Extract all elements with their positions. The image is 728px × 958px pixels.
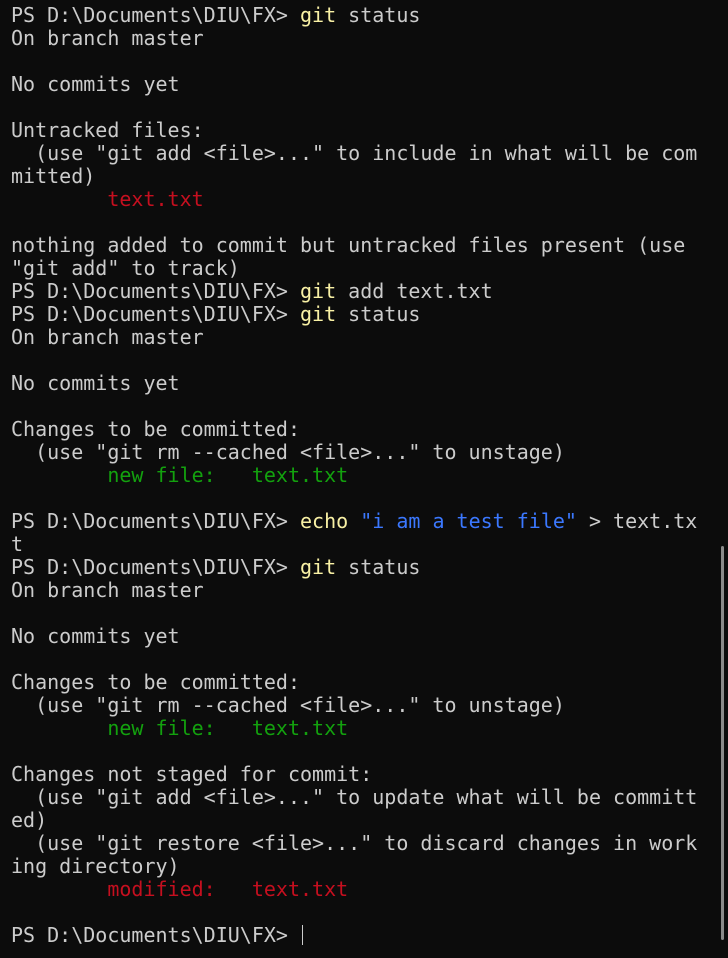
output-line: (use "git restore <file>..." to discard … bbox=[11, 832, 728, 855]
output-text: No commits yet bbox=[11, 371, 180, 395]
shell-prompt: PS D:\Documents\DIU\FX> bbox=[11, 509, 300, 533]
output-text: modified: text.txt bbox=[11, 877, 349, 901]
command-name: git bbox=[299, 3, 337, 27]
output-line: Changes not staged for commit: bbox=[11, 763, 728, 786]
shell-prompt: PS D:\Documents\DIU\FX> bbox=[11, 555, 300, 579]
output-text: On branch master bbox=[11, 578, 204, 602]
shell-prompt: PS D:\Documents\DIU\FX> bbox=[11, 279, 300, 303]
output-line: ing directory) bbox=[11, 855, 728, 878]
command-args: status bbox=[336, 555, 421, 579]
text-cursor bbox=[301, 925, 303, 945]
command-line: PS D:\Documents\DIU\FX> git status bbox=[11, 556, 728, 579]
output-text: ed) bbox=[11, 808, 48, 832]
command-line: PS D:\Documents\DIU\FX> git add text.txt bbox=[11, 280, 728, 303]
output-line: No commits yet bbox=[11, 372, 728, 395]
output-line: Changes to be committed: bbox=[11, 671, 728, 694]
active-prompt-line[interactable]: PS D:\Documents\DIU\FX> bbox=[11, 924, 728, 947]
output-text: Changes to be committed: bbox=[11, 417, 300, 441]
output-text: "git add" to track) bbox=[11, 256, 240, 280]
output-text: new file: text.txt bbox=[11, 463, 349, 487]
output-line: text.txt bbox=[11, 188, 728, 211]
command-string-arg: "i am a test file" bbox=[348, 509, 577, 533]
terminal-output: PS D:\Documents\DIU\FX> git status On bra… bbox=[11, 4, 728, 947]
shell-prompt: PS D:\Documents\DIU\FX> bbox=[11, 3, 300, 27]
output-line: new file: text.txt bbox=[11, 717, 728, 740]
output-text: new file: text.txt bbox=[11, 716, 349, 740]
output-line: On branch master bbox=[11, 27, 728, 50]
shell-prompt: PS D:\Documents\DIU\FX> bbox=[11, 923, 300, 947]
output-line: t bbox=[11, 533, 728, 556]
output-text: (use "git rm --cached <file>..." to unst… bbox=[11, 440, 565, 464]
output-line: Untracked files: bbox=[11, 119, 728, 142]
output-line: nothing added to commit but untracked fi… bbox=[11, 234, 728, 257]
output-text: ing directory) bbox=[11, 854, 180, 878]
output-text: (use "git add <file>..." to include in w… bbox=[11, 141, 698, 165]
output-line: On branch master bbox=[11, 326, 728, 349]
output-text: mitted) bbox=[11, 164, 96, 188]
output-line: (use "git add <file>..." to include in w… bbox=[11, 142, 728, 165]
output-text: On branch master bbox=[11, 325, 204, 349]
output-text: (use "git restore <file>..." to discard … bbox=[11, 831, 698, 855]
output-line: "git add" to track) bbox=[11, 257, 728, 280]
output-line: (use "git add <file>..." to update what … bbox=[11, 786, 728, 809]
command-line: PS D:\Documents\DIU\FX> echo "i am a tes… bbox=[11, 510, 728, 533]
command-line: PS D:\Documents\DIU\FX> git status bbox=[11, 4, 728, 27]
command-args: > text.tx bbox=[576, 509, 698, 533]
output-text: nothing added to commit but untracked fi… bbox=[11, 233, 686, 257]
output-line: (use "git rm --cached <file>..." to unst… bbox=[11, 694, 728, 717]
output-line: No commits yet bbox=[11, 625, 728, 648]
output-text: (use "git add <file>..." to update what … bbox=[11, 785, 698, 809]
output-line: mitted) bbox=[11, 165, 728, 188]
command-name: git bbox=[299, 279, 337, 303]
output-text: On branch master bbox=[11, 26, 204, 50]
output-text: No commits yet bbox=[11, 72, 180, 96]
output-text: Changes not staged for commit: bbox=[11, 762, 373, 786]
command-args: status bbox=[336, 3, 421, 27]
command-line: PS D:\Documents\DIU\FX> git status bbox=[11, 303, 728, 326]
terminal-window[interactable]: PS D:\Documents\DIU\FX> git status On bra… bbox=[0, 0, 728, 958]
vertical-scrollbar[interactable] bbox=[714, 0, 728, 958]
output-line: ed) bbox=[11, 809, 728, 832]
output-line: (use "git rm --cached <file>..." to unst… bbox=[11, 441, 728, 464]
command-args: add text.txt bbox=[336, 279, 493, 303]
shell-prompt: PS D:\Documents\DIU\FX> bbox=[11, 302, 300, 326]
command-name: echo bbox=[299, 509, 349, 533]
output-text: (use "git rm --cached <file>..." to unst… bbox=[11, 693, 565, 717]
output-line: On branch master bbox=[11, 579, 728, 602]
output-line: modified: text.txt bbox=[11, 878, 728, 901]
output-text: Changes to be committed: bbox=[11, 670, 300, 694]
output-text: t bbox=[11, 532, 24, 556]
output-text: No commits yet bbox=[11, 624, 180, 648]
scrollbar-thumb[interactable] bbox=[721, 546, 724, 940]
command-name: git bbox=[299, 302, 337, 326]
output-line: Changes to be committed: bbox=[11, 418, 728, 441]
output-text: text.txt bbox=[11, 187, 204, 211]
command-name: git bbox=[299, 555, 337, 579]
output-line: new file: text.txt bbox=[11, 464, 728, 487]
output-line: No commits yet bbox=[11, 73, 728, 96]
command-args: status bbox=[336, 302, 421, 326]
output-text: Untracked files: bbox=[11, 118, 204, 142]
